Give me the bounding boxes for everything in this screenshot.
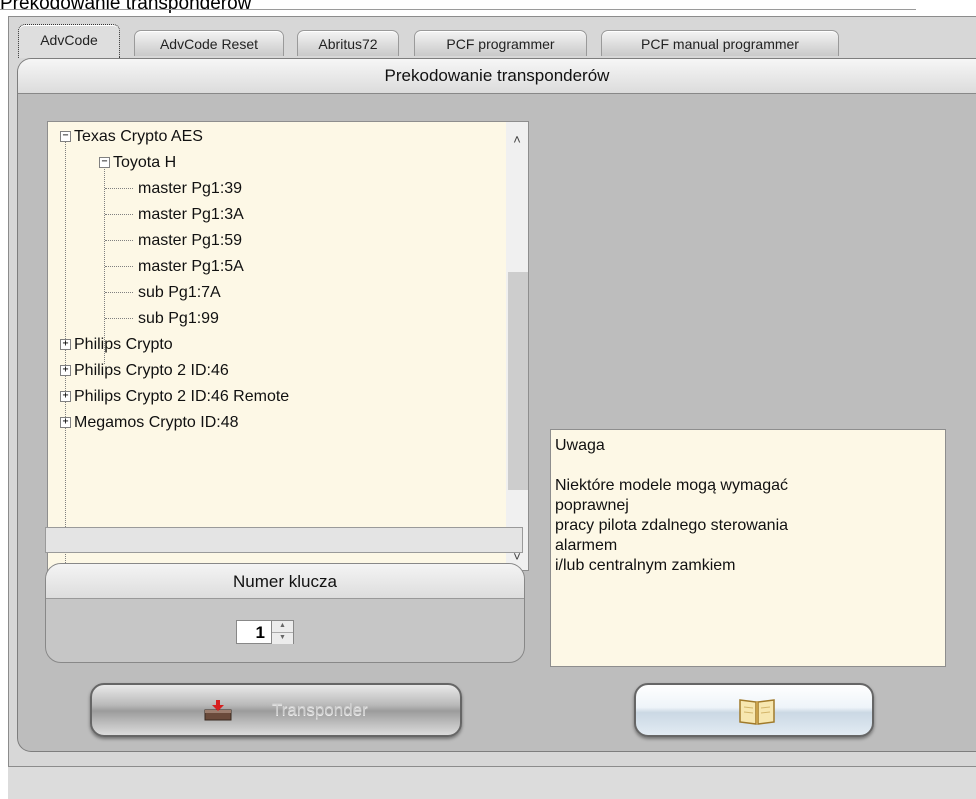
tree-node-megamos-crypto-id48[interactable]: + Megamos Crypto ID:48 — [60, 410, 239, 436]
scroll-thumb[interactable] — [508, 272, 528, 490]
spin-up-icon[interactable]: ▲ — [272, 621, 293, 632]
notice-line: pracy pilota zdalnego sterowania — [555, 517, 789, 534]
tree-node-toyota-h[interactable]: − Toyota H — [99, 150, 176, 176]
key-number-group: Numer klucza 1 ▲ ▼ — [45, 563, 525, 663]
key-number-input[interactable]: 1 — [236, 620, 272, 644]
transponder-button[interactable]: Transponder — [90, 683, 462, 737]
progress-bar — [45, 527, 523, 553]
title-divider — [0, 9, 916, 10]
main-panel: Prekodowanie transponderów − Texas Crypto… — [17, 58, 976, 752]
tree-leaf-master-pg1-59[interactable]: master Pg1:59 — [138, 228, 242, 254]
notice-line: poprawnej — [555, 497, 629, 514]
notice-box: Uwaga Niektóre modele mogą wymagać popra… — [550, 429, 946, 667]
tree-leaf-master-pg1-39[interactable]: master Pg1:39 — [138, 176, 242, 202]
tree-node-label: Megamos Crypto ID:48 — [74, 414, 239, 431]
tab-pcf-manual-programmer[interactable]: PCF manual programmer — [601, 30, 839, 56]
tree-node-label: Toyota H — [113, 154, 177, 171]
tab-pcf-programmer[interactable]: PCF programmer — [414, 30, 587, 56]
key-number-spinner[interactable]: 1 ▲ ▼ — [236, 620, 294, 646]
notice-line: Niektóre modele mogą wymagać — [555, 477, 788, 494]
help-book-button[interactable] — [634, 683, 874, 737]
tree-node-label: Philips Crypto — [74, 336, 173, 353]
transponder-label: Transponder — [272, 700, 368, 719]
spin-down-icon[interactable]: ▼ — [272, 632, 293, 644]
spin-buttons: ▲ ▼ — [272, 620, 294, 644]
tree-leaf-master-pg1-3a[interactable]: master Pg1:3A — [138, 202, 244, 228]
expand-icon[interactable]: + — [60, 365, 71, 377]
tab-abritus72[interactable]: Abritus72 — [297, 30, 399, 56]
tree-leaf-sub-pg1-7a[interactable]: sub Pg1:7A — [138, 280, 221, 306]
tree-leaf-master-pg1-5a[interactable]: master Pg1:5A — [138, 254, 244, 280]
chip-reader-icon — [204, 700, 232, 721]
tree-list: − Texas Crypto AES − Toyota H master Pg1:3… — [48, 122, 510, 570]
tree-connector — [105, 214, 133, 215]
tree-node-philips-crypto[interactable]: + Philips Crypto — [60, 332, 173, 358]
expand-icon[interactable]: + — [60, 339, 71, 351]
notice-line: alarmem — [555, 537, 618, 554]
status-bar — [8, 766, 976, 799]
tree-connector — [105, 188, 133, 189]
tree-node-label: Philips Crypto 2 ID:46 — [74, 362, 229, 379]
collapse-icon[interactable]: − — [99, 157, 110, 169]
tree-connector — [105, 318, 133, 319]
tree-node-texas-crypto-aes[interactable]: − Texas Crypto AES — [60, 124, 203, 150]
tab-advcode-reset[interactable]: AdvCode Reset — [134, 30, 284, 56]
expand-icon[interactable]: + — [60, 417, 71, 429]
tree-connector — [105, 266, 133, 267]
tree-node-philips-crypto-2-id46-remote[interactable]: + Philips Crypto 2 ID:46 Remote — [60, 384, 289, 410]
panel-header: Prekodowanie transponderów — [18, 59, 976, 94]
tree-node-label: Texas Crypto AES — [74, 128, 203, 145]
key-number-header: Numer klucza — [46, 564, 524, 599]
notice-heading: Uwaga — [555, 437, 605, 454]
window-title: Prekodowanie transponderów — [0, 0, 252, 14]
tree-connector — [105, 240, 133, 241]
notice-line: i/lub centralnym zamkiem — [555, 557, 736, 574]
transponder-tree[interactable]: − Texas Crypto AES − Toyota H master Pg1:3… — [47, 121, 529, 571]
tree-node-label: Philips Crypto 2 ID:46 Remote — [74, 388, 290, 405]
tab-advcode[interactable]: AdvCode — [18, 24, 120, 58]
tree-node-philips-crypto-2-id46[interactable]: + Philips Crypto 2 ID:46 — [60, 358, 229, 384]
tree-connector — [105, 292, 133, 293]
collapse-icon[interactable]: − — [60, 131, 71, 143]
scroll-up-icon[interactable]: ˄ — [506, 130, 528, 150]
tree-leaf-sub-pg1-99[interactable]: sub Pg1:99 — [138, 306, 219, 332]
expand-icon[interactable]: + — [60, 391, 71, 403]
notice-line — [555, 456, 941, 476]
tree-scrollbar[interactable]: ˄ ˅ — [506, 122, 528, 570]
open-book-icon — [739, 699, 775, 725]
